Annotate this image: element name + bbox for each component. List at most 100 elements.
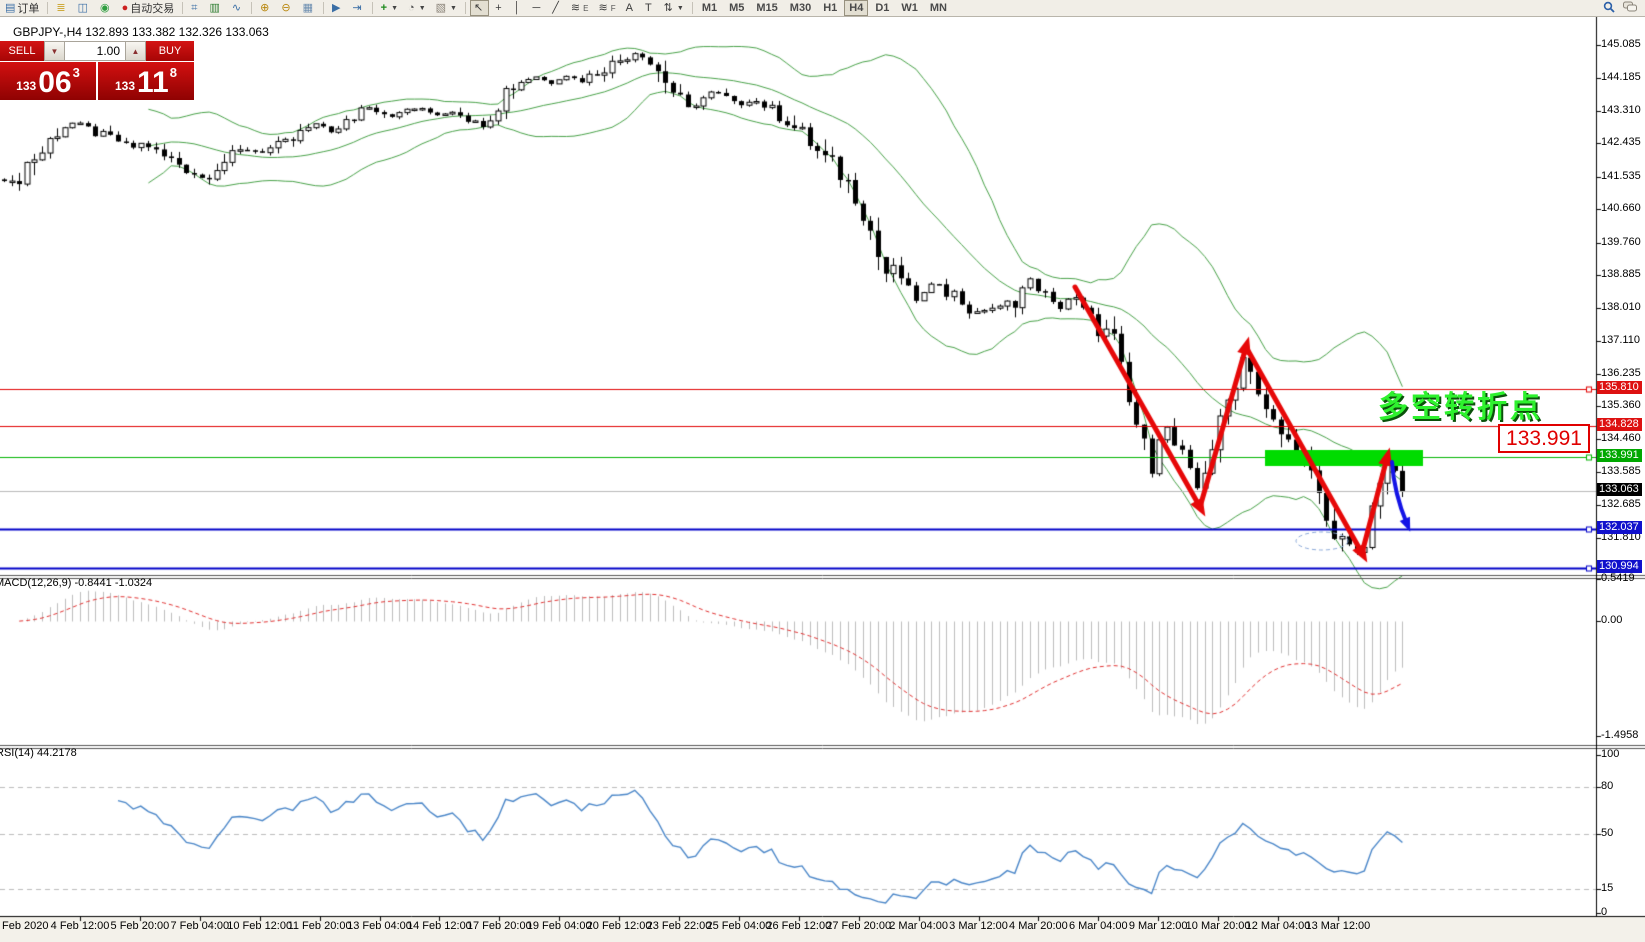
timeframe-m15[interactable]: M15 [751,0,782,16]
line-chart-button[interactable]: ∿ [228,0,247,16]
trendline-icon: ╱ [552,2,559,14]
text-label-button[interactable]: T [641,0,658,16]
templates-icon: ▧ [436,2,446,14]
arrows-icon: ⇅ [664,2,673,14]
line-chart-icon: ∿ [232,2,241,14]
chat-icon[interactable] [1623,1,1637,16]
autotrading-icon: ● [122,2,129,14]
auto-scroll-icon: ▶ [332,2,340,14]
horizontal-line-button[interactable]: ─ [529,0,547,16]
toolbar-right [1603,1,1645,16]
cursor-icon: ↖ [474,2,483,14]
signal-icon: ◉ [100,2,110,14]
timeframe-d1[interactable]: D1 [870,0,894,16]
arrows-button[interactable]: ⇅▼ [660,0,688,16]
volume-input[interactable] [65,41,125,61]
indicators-button[interactable]: +▼ [377,0,402,16]
equidistant-channel-button[interactable]: ≋E [567,0,593,16]
trendline-button[interactable]: ╱ [548,0,565,16]
periods-button[interactable]: ◔▼ [404,0,430,16]
templates-button[interactable]: ▧▼ [432,0,461,16]
timeframe-m1[interactable]: M1 [697,0,722,16]
toolbar-separator [323,2,324,14]
buy-price-pip: 8 [170,65,177,80]
chart-plot[interactable] [0,0,1645,942]
top-toolbar: ▤订单≣◫◉●自动交易⌗▥∿⊕⊖▦▶⇥+▼◔▼▧▼↖+│─╱≋E≋FAT⇅▼ M… [0,0,1645,17]
fibonacci-button[interactable]: ≋F [594,0,619,16]
chevron-down-icon: ▼ [391,5,398,12]
toolbar-separator [465,2,466,14]
buy-price-big: 11 [137,68,169,97]
candlestick-chart-icon: ▥ [210,2,220,14]
chart-title: GBPJPY-,H4 132.893 133.382 132.326 133.0… [13,25,269,39]
volume-decrease-button[interactable]: ▼ [44,41,65,61]
text-icon: A [626,2,633,14]
cursor-button[interactable]: ↖ [470,0,489,16]
zoom-in-button[interactable]: ⊕ [256,0,275,16]
chevron-down-icon: ▼ [450,5,457,12]
autotrading-label: 自动交易 [130,0,174,16]
chart-window-button[interactable]: ◫ [74,0,94,16]
chart-shift-icon: ⇥ [352,2,361,14]
sell-price-big: 06 [38,68,71,97]
chart-window-icon: ◫ [78,2,88,14]
timeframe-bar: M1M5M15M30H1H4D1W1MN [696,0,953,16]
zoom-out-button[interactable]: ⊖ [277,0,296,16]
auto-scroll-button[interactable]: ▶ [328,0,346,16]
price-label-box: 133.991 [1498,424,1590,453]
toolbar-separator [692,2,693,14]
zoom-out-icon: ⊖ [281,2,290,14]
crosshair-icon: + [495,2,501,14]
toolbar-separator [47,2,48,14]
rsi-indicator-label: RSI(14) 44.2178 [0,747,77,759]
text-button[interactable]: A [622,0,639,16]
tile-windows-icon: ▦ [303,2,313,14]
timeframe-mn[interactable]: MN [925,0,952,16]
buy-button[interactable]: BUY [146,41,194,61]
horizontal-line-icon: ─ [533,2,541,14]
text-label-icon: T [645,2,652,14]
buy-price-box[interactable]: 133 11 8 [98,62,194,100]
timeframe-m5[interactable]: M5 [724,0,749,16]
chevron-down-icon: ▼ [677,5,684,12]
bar-chart-button[interactable]: ⌗ [187,0,203,16]
fibonacci-icon: ≋ [598,2,607,14]
bar-chart-icon: ⌗ [191,2,197,14]
timeframe-h1[interactable]: H1 [818,0,842,16]
crosshair-button[interactable]: + [491,0,507,16]
new-order-button[interactable]: ▤订单 [1,0,43,16]
equidistant-channel-icon-sub: E [583,4,588,13]
new-order-icon: ▤ [5,2,15,14]
sell-price-prefix: 133 [16,79,36,93]
buy-price-prefix: 133 [115,79,135,93]
equidistant-channel-icon: ≋ [571,2,580,14]
chart-shift-button[interactable]: ⇥ [348,0,367,16]
turning-point-annotation: 多空转折点 [1378,382,1543,426]
tile-windows-button[interactable]: ▦ [299,0,319,16]
autotrading-button[interactable]: ●自动交易 [118,0,179,16]
sell-price-pip: 3 [73,65,80,80]
toolbar-separator [251,2,252,14]
toolbar-separator [372,2,373,14]
vertical-line-icon: │ [514,2,521,14]
periods-icon: ◔ [408,2,415,14]
indicators-icon: + [381,2,387,14]
timeframe-h4[interactable]: H4 [844,0,868,16]
sell-price-box[interactable]: 133 06 3 [0,62,96,100]
timeframe-w1[interactable]: W1 [896,0,923,16]
timeframe-m30[interactable]: M30 [785,0,816,16]
signal-button[interactable]: ◉ [96,0,116,16]
coins-button[interactable]: ≣ [52,0,71,16]
candlestick-chart-button[interactable]: ▥ [206,0,226,16]
fibonacci-icon-sub: F [611,4,616,13]
sell-button[interactable]: SELL [0,41,44,61]
search-icon[interactable] [1603,1,1615,16]
new-order-label: 订单 [17,0,39,16]
vertical-line-button[interactable]: │ [510,0,527,16]
volume-increase-button[interactable]: ▲ [125,41,146,61]
coins-icon: ≣ [56,2,65,14]
macd-indicator-label: MACD(12,26,9) -0.8441 -1.0324 [0,577,152,589]
toolbar-separator [182,2,183,14]
chevron-down-icon: ▼ [419,5,426,12]
one-click-trading-panel: SELL ▼ ▲ BUY 133 06 3 133 11 8 [0,41,194,100]
